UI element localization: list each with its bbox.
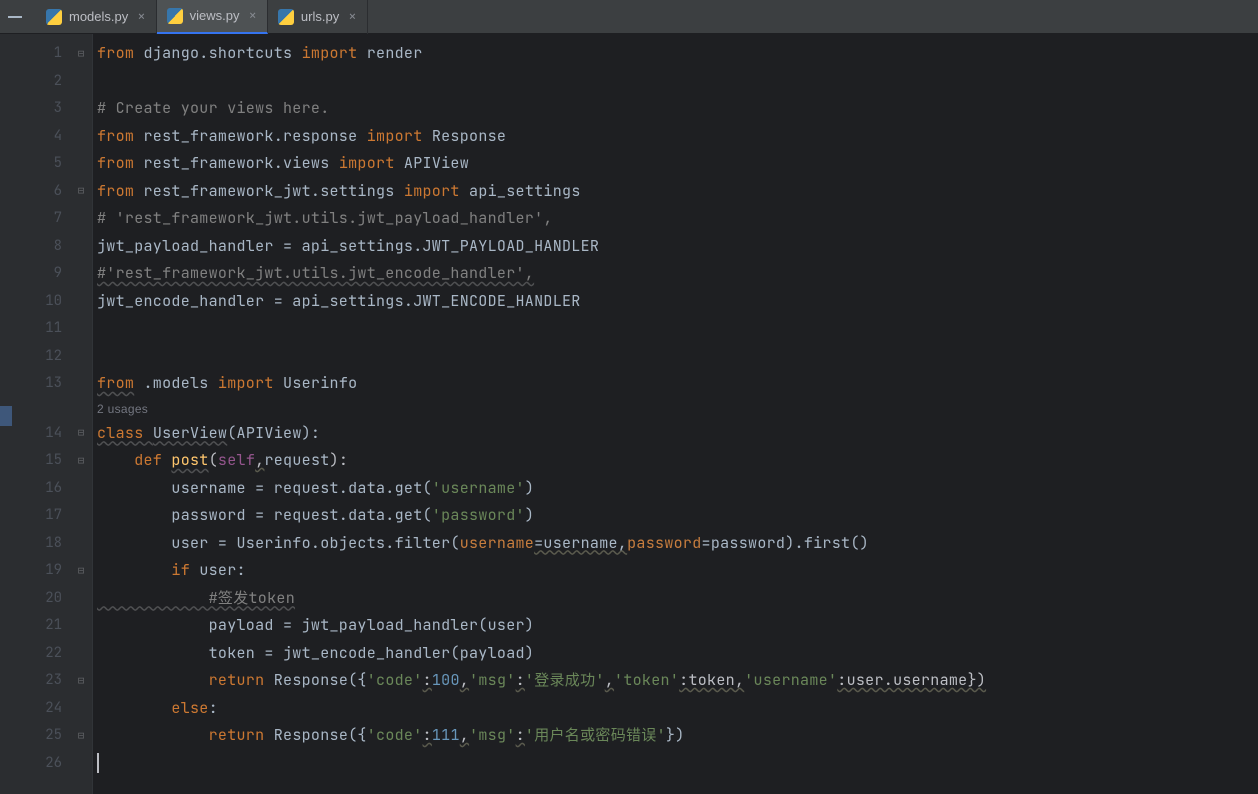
tab-label: models.py <box>69 9 128 24</box>
usages-hint[interactable]: 2 usages <box>97 398 1258 420</box>
line-number-gutter[interactable]: 1234567891011121314151617181920212223242… <box>24 34 70 794</box>
breakpoint-indicator[interactable] <box>0 406 12 426</box>
editor-pane: 1234567891011121314151617181920212223242… <box>0 34 1258 794</box>
text-cursor <box>97 753 99 773</box>
python-file-icon <box>167 8 183 24</box>
left-gutter-strip <box>0 34 24 794</box>
fold-column[interactable]: ⊟⊟⊟⊟⊟⊟⊟ <box>70 34 92 794</box>
close-icon[interactable]: × <box>247 7 257 25</box>
tab-models[interactable]: models.py × <box>36 0 157 34</box>
close-icon[interactable]: × <box>135 8 145 26</box>
python-file-icon <box>46 9 62 25</box>
python-file-icon <box>278 9 294 25</box>
editor-tab-bar: models.py × views.py × urls.py × <box>0 0 1258 34</box>
minimize-icon[interactable] <box>8 16 22 18</box>
tab-views[interactable]: views.py × <box>157 0 268 34</box>
close-icon[interactable]: × <box>346 8 356 26</box>
tab-label: urls.py <box>301 9 339 24</box>
tab-label: views.py <box>190 8 240 23</box>
tab-urls[interactable]: urls.py × <box>268 0 368 34</box>
code-editor[interactable]: from django.shortcuts import render # Cr… <box>92 34 1258 794</box>
